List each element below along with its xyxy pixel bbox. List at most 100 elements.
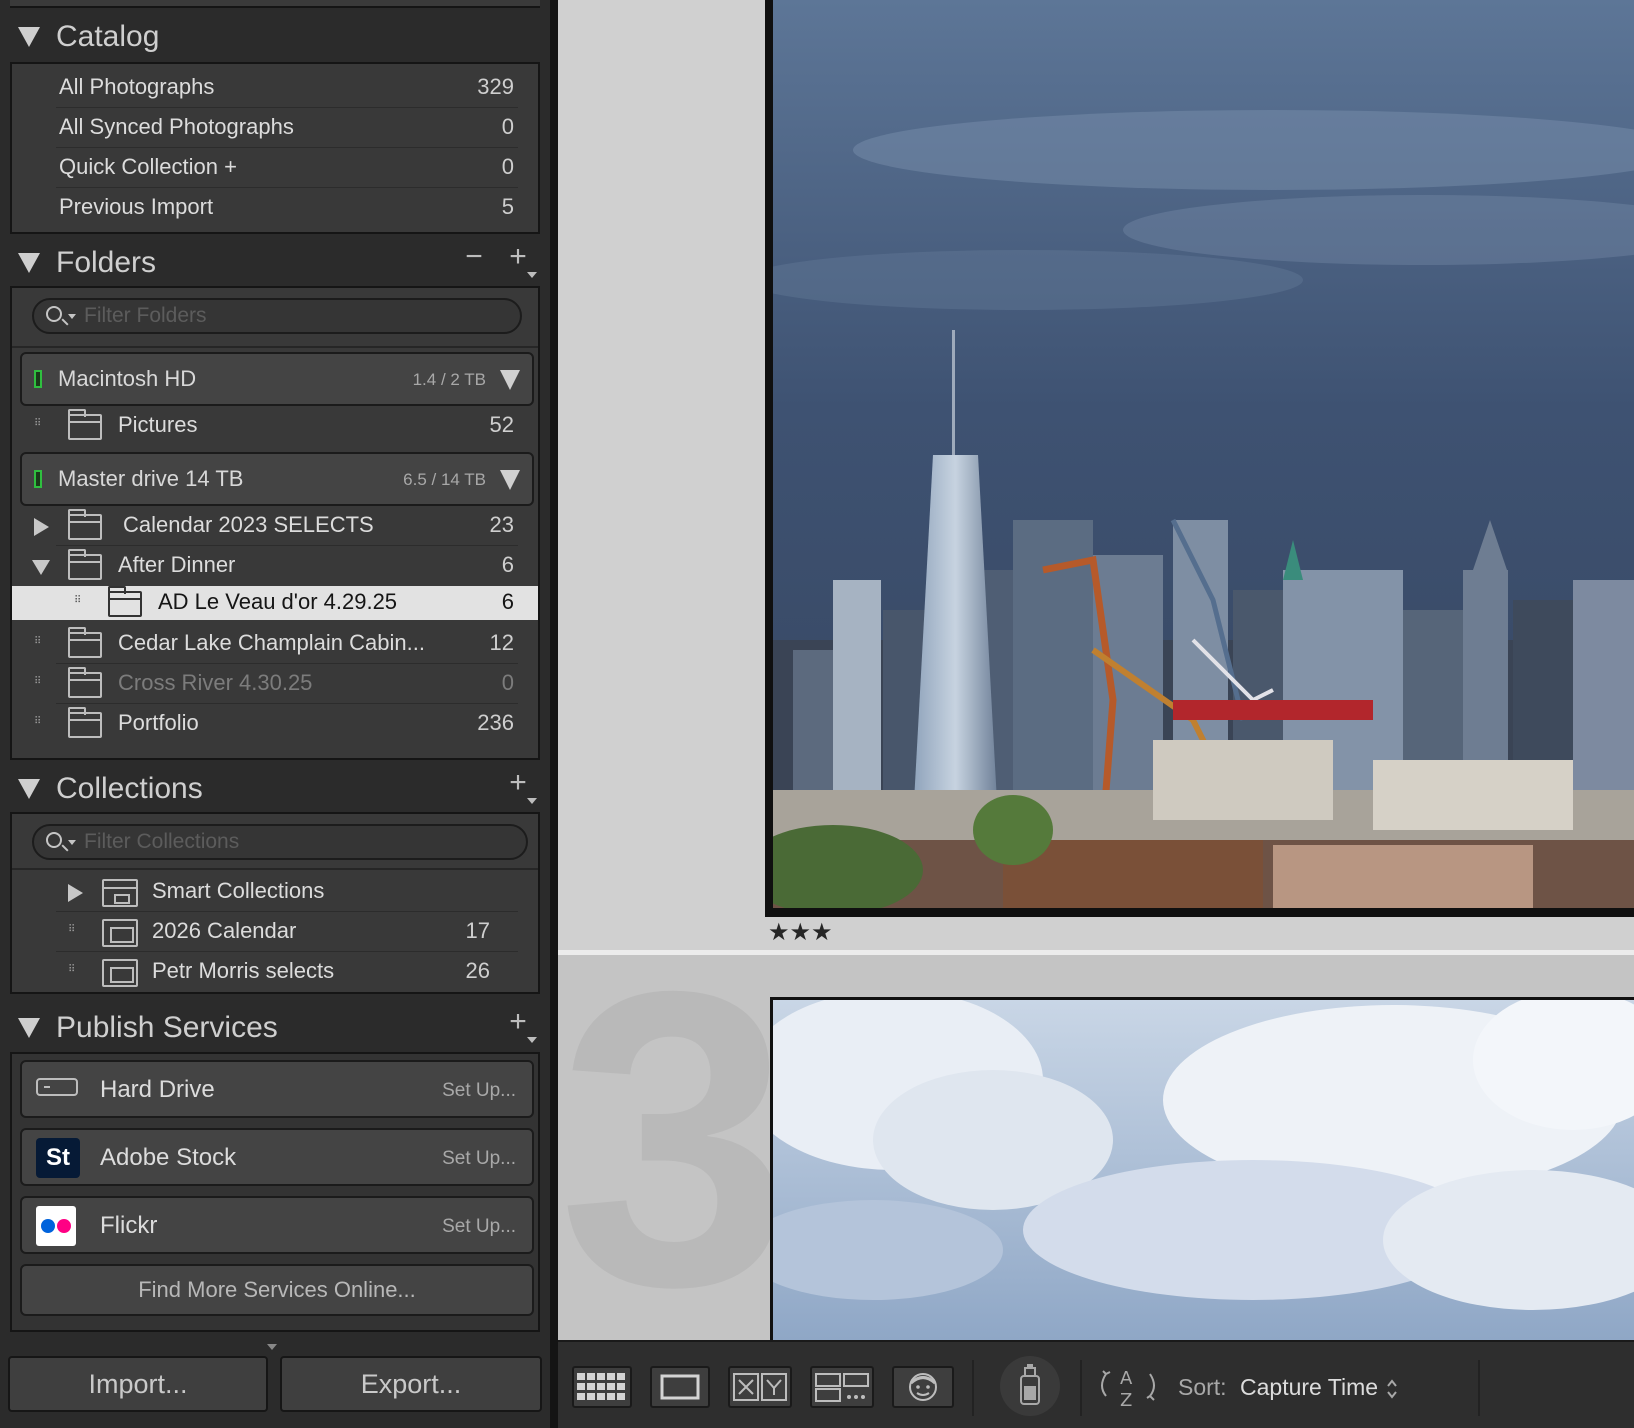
add-menu-caret-icon — [527, 798, 537, 804]
setup-link[interactable]: Set Up... — [442, 1148, 516, 1170]
expand-dots-icon[interactable]: ⠿ — [34, 419, 50, 434]
photo-thumbnail-clouds[interactable] — [773, 1000, 1634, 1340]
sort-select-arrows-icon[interactable] — [1386, 1378, 1398, 1400]
find-more-services-button[interactable]: Find More Services Online... — [20, 1264, 534, 1316]
setup-link[interactable]: Set Up... — [442, 1216, 516, 1238]
collection-row-smart-collections[interactable]: Smart Collections — [12, 872, 538, 912]
people-view-button[interactable] — [892, 1366, 954, 1408]
catalog-item-all-synced[interactable]: All Synced Photographs 0 — [12, 108, 538, 148]
volume-menu-triangle-icon[interactable] — [500, 370, 520, 390]
minus-icon[interactable]: − — [456, 240, 492, 274]
folder-row-cedar-lake[interactable]: ⠿ Cedar Lake Champlain Cabin... 12 — [12, 624, 538, 664]
toolbar-separator — [1478, 1360, 1480, 1416]
folder-icon — [68, 707, 102, 738]
catalog-title: Catalog — [56, 20, 160, 53]
face-icon — [909, 1373, 937, 1401]
catalog-box: All Photographs 329 All Synced Photograp… — [10, 62, 540, 234]
publish-services-box: Hard Drive Set Up... St Adobe Stock Set … — [10, 1052, 540, 1332]
add-collection-icon[interactable]: + — [500, 766, 536, 800]
grid-view-button[interactable] — [572, 1366, 632, 1408]
export-button[interactable]: Export... — [280, 1356, 542, 1412]
collections-search[interactable] — [32, 824, 528, 860]
catalog-header[interactable]: Catalog — [0, 12, 550, 62]
sort-direction-button[interactable]: A Z — [1094, 1362, 1164, 1411]
folder-icon — [108, 586, 142, 617]
publish-hard-drive[interactable]: Hard Drive Set Up... — [20, 1060, 534, 1118]
svg-text:A: A — [1120, 1368, 1133, 1389]
svg-text:Z: Z — [1120, 1390, 1132, 1410]
drive-status-led — [34, 470, 42, 488]
expand-triangle-icon[interactable] — [68, 884, 83, 902]
hard-drive-icon — [36, 1078, 78, 1096]
search-caret-icon — [68, 314, 76, 319]
collapse-triangle-icon[interactable] — [32, 560, 50, 575]
collapse-triangle-icon[interactable] — [18, 1018, 40, 1038]
add-menu-caret-icon — [527, 272, 537, 278]
expand-dots-icon[interactable]: ⠿ — [34, 717, 50, 732]
folder-row-portfolio[interactable]: ⠿ Portfolio 236 — [12, 704, 538, 744]
sort-select[interactable]: Capture Time — [1240, 1374, 1378, 1401]
clouds-photo-image — [773, 1000, 1634, 1340]
collection-icon — [102, 919, 138, 947]
collapse-triangle-icon[interactable] — [18, 27, 40, 47]
collection-row-petr-morris[interactable]: ⠿ Petr Morris selects 26 — [12, 952, 538, 992]
folder-row-cross-river[interactable]: ⠿ Cross River 4.30.25 0 — [12, 664, 538, 704]
photo-thumbnail-skyline[interactable] — [773, 0, 1634, 908]
search-icon — [46, 306, 62, 322]
skyline-photo-image — [773, 0, 1634, 908]
catalog-item-previous-import[interactable]: Previous Import 5 — [12, 188, 538, 228]
panel-resize-caret-icon[interactable] — [267, 1344, 277, 1350]
left-panel: Catalog All Photographs 329 All Synced P… — [0, 0, 550, 1428]
expand-dots-icon[interactable]: ⠿ — [68, 965, 84, 980]
collections-filter-input[interactable] — [84, 829, 484, 855]
toolbar-separator — [972, 1360, 974, 1416]
catalog-item-quick-collection[interactable]: Quick Collection + 0 — [12, 148, 538, 188]
star-rating[interactable]: ★★★ — [768, 918, 833, 947]
sort-label: Sort: — [1178, 1374, 1227, 1400]
expand-triangle-icon[interactable] — [34, 518, 49, 536]
folder-row-pictures[interactable]: ⠿ Pictures 52 — [12, 406, 538, 446]
add-menu-caret-icon — [527, 1037, 537, 1043]
publish-services-title: Publish Services — [56, 1011, 278, 1044]
compare-view-icon — [733, 1373, 787, 1401]
expand-dots-icon[interactable]: ⠿ — [34, 677, 50, 692]
folders-filter-input[interactable] — [84, 303, 484, 329]
folders-search[interactable] — [32, 298, 522, 334]
expand-dots-icon[interactable]: ⠿ — [34, 637, 50, 652]
collapse-triangle-icon[interactable] — [18, 779, 40, 799]
painter-button[interactable] — [1000, 1356, 1060, 1416]
collapse-triangle-icon[interactable] — [18, 253, 40, 273]
folder-icon — [68, 627, 102, 658]
collections-box: Smart Collections ⠿ 2026 Calendar 17 ⠿ P… — [10, 812, 540, 994]
publish-adobe-stock[interactable]: St Adobe Stock Set Up... — [20, 1128, 534, 1186]
expand-dots-icon[interactable]: ⠿ — [68, 925, 84, 940]
collection-row-2026-calendar[interactable]: ⠿ 2026 Calendar 17 — [12, 912, 538, 952]
folder-row-after-dinner[interactable]: After Dinner 6 — [12, 546, 538, 586]
volume-master-drive[interactable]: Master drive 14 TB 6.5 / 14 TB — [20, 452, 534, 506]
catalog-item-all-photographs[interactable]: All Photographs 329 — [12, 68, 538, 108]
survey-view-button[interactable] — [810, 1366, 874, 1408]
volume-menu-triangle-icon[interactable] — [500, 470, 520, 490]
loupe-view-button[interactable] — [650, 1366, 710, 1408]
folder-row-ad-le-veau[interactable]: ⠿ AD Le Veau d'or 4.29.25 6 — [12, 586, 538, 620]
panel-top-strip — [10, 0, 540, 8]
collections-title: Collections — [56, 772, 203, 805]
panel-divider[interactable] — [550, 0, 558, 1428]
folders-header[interactable]: Folders − + — [0, 238, 550, 288]
expand-dots-icon[interactable]: ⠿ — [74, 596, 90, 611]
setup-link[interactable]: Set Up... — [442, 1080, 516, 1102]
publish-services-header[interactable]: Publish Services + — [0, 1003, 550, 1053]
publish-flickr[interactable]: Flickr Set Up... — [20, 1196, 534, 1254]
flickr-icon — [36, 1206, 76, 1246]
import-button[interactable]: Import... — [8, 1356, 268, 1412]
spray-can-icon — [1020, 1364, 1040, 1405]
folder-icon — [68, 549, 102, 580]
drive-status-led — [34, 370, 42, 388]
compare-view-button[interactable] — [728, 1366, 792, 1408]
add-folder-icon[interactable]: + — [500, 240, 536, 274]
folder-icon — [68, 409, 102, 440]
folder-row-calendar-2023[interactable]: Calendar 2023 SELECTS 23 — [12, 506, 538, 546]
collections-header[interactable]: Collections + — [0, 764, 550, 814]
volume-macintosh-hd[interactable]: Macintosh HD 1.4 / 2 TB — [20, 352, 534, 406]
add-publish-service-icon[interactable]: + — [500, 1005, 536, 1039]
